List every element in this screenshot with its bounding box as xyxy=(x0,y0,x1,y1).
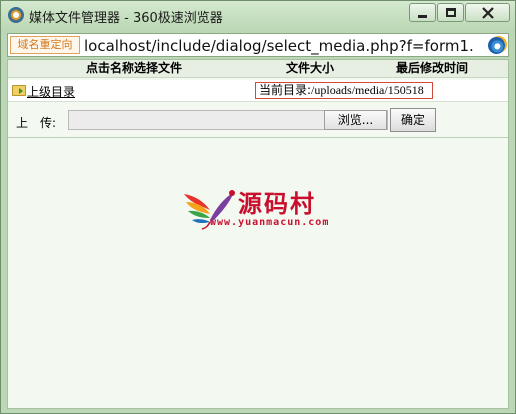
confirm-button[interactable]: 确定 xyxy=(390,108,436,132)
upload-row: 上 传: 浏览... 确定 xyxy=(8,104,508,138)
close-button[interactable] xyxy=(465,3,510,22)
folder-up-icon[interactable] xyxy=(12,85,26,96)
minimize-button[interactable] xyxy=(409,3,436,22)
watermark: 源码村 www.yuanmacun.com xyxy=(182,184,342,234)
watermark-url: www.yuanmacun.com xyxy=(210,217,330,228)
column-header-size[interactable]: 文件大小 xyxy=(286,60,334,77)
ie-icon[interactable] xyxy=(488,37,505,54)
close-icon xyxy=(481,6,494,19)
parent-dir-row: 上级目录 当前目录:/uploads/media/150518 xyxy=(8,80,508,102)
column-header-name[interactable]: 点击名称选择文件 xyxy=(86,60,182,77)
media-manager-panel: 点击名称选择文件 文件大小 最后修改时间 上级目录 当前目录:/uploads/… xyxy=(7,59,509,409)
redirect-tag[interactable]: 域名重定向 xyxy=(10,36,80,54)
current-dir-box: 当前目录:/uploads/media/150518 xyxy=(255,82,433,99)
parent-dir-link[interactable]: 上级目录 xyxy=(27,83,75,100)
watermark-brand: 源码村 xyxy=(238,189,316,218)
current-dir-path: /uploads/media/150518 xyxy=(311,83,424,97)
browse-button[interactable]: 浏览... xyxy=(324,110,387,130)
window-title: 媒体文件管理器 - 360极速浏览器 xyxy=(29,11,223,26)
file-list-header: 点击名称选择文件 文件大小 最后修改时间 xyxy=(8,60,508,78)
url-field[interactable]: localhost/include/dialog/select_media.ph… xyxy=(84,36,486,56)
browser-window: 媒体文件管理器 - 360极速浏览器 域名重定向 localhost/inclu… xyxy=(0,0,516,414)
current-dir-label: 当前目录: xyxy=(259,83,312,97)
maximize-icon xyxy=(445,8,456,17)
address-bar[interactable]: 域名重定向 localhost/include/dialog/select_me… xyxy=(7,33,509,57)
upload-label: 上 传: xyxy=(16,116,57,130)
maximize-button[interactable] xyxy=(437,3,464,22)
column-header-modified[interactable]: 最后修改时间 xyxy=(396,60,468,77)
minimize-icon xyxy=(418,14,427,18)
title-bar[interactable]: 媒体文件管理器 - 360极速浏览器 xyxy=(1,1,515,29)
browser-logo-icon xyxy=(8,7,24,23)
